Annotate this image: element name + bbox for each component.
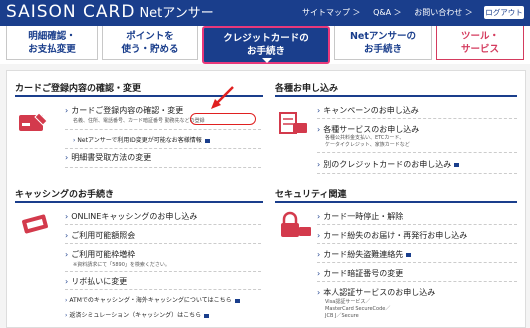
section-divider: [275, 201, 517, 203]
external-icon: [406, 252, 412, 257]
red-arrow-annotation: [211, 86, 234, 109]
section-cashing: キャッシングのお手続き: [15, 187, 263, 203]
divider: [317, 243, 517, 244]
divider: [317, 173, 517, 174]
divider: [317, 262, 517, 263]
divider: [65, 167, 261, 168]
statement-delivery-link[interactable]: 明細書受取方法の変更: [65, 152, 151, 163]
section-title: セキュリティ関連: [275, 190, 347, 200]
divider: [317, 224, 517, 225]
highlight-circle: [190, 113, 256, 125]
cash-icon: [22, 214, 48, 234]
content-panel: カードご登録内容の確認・変更 カードご登録内容の確認・変更 名義、住所、電話番号…: [6, 70, 526, 328]
section-apply: 各種お申し込み: [275, 81, 517, 97]
sitemap-link[interactable]: サイトマップ ＞: [302, 8, 361, 17]
repayment-simulation-link[interactable]: 返済シミュレーション（キャッシング）はこちら: [65, 310, 210, 319]
divider: [317, 152, 517, 153]
tab-netanswer[interactable]: Netアンサーの お手続き: [334, 26, 432, 60]
authentication-service-link[interactable]: 本人認証サービスのお申し込み: [317, 287, 435, 298]
qa-link[interactable]: Q&A ＞: [373, 8, 402, 17]
revolving-change-link[interactable]: リボ払いに変更: [65, 276, 127, 287]
divider: [65, 224, 261, 225]
id-change-info-link[interactable]: Netアンサーで利用ID変更が可能なお客様情報: [73, 135, 210, 144]
limit-increase-note: ※資料請求にて「5890」を検索ください。: [73, 262, 170, 268]
online-cashing-link[interactable]: ONLINEキャッシングのお申し込み: [65, 211, 197, 222]
divider: [65, 243, 261, 244]
external-icon: [234, 298, 240, 303]
card-lost-reissue-link[interactable]: カード紛失のお届け・再発行お申し込み: [317, 230, 467, 241]
section-security: セキュリティ関連: [275, 187, 517, 203]
card-info-change-link[interactable]: カードご登録内容の確認・変更: [65, 105, 183, 116]
limit-increase-link[interactable]: ご利用可能枠増枠: [65, 249, 135, 260]
top-links: サイトマップ ＞ Q&A ＞ お問い合わせ ＞: [302, 7, 483, 18]
saison-card-logo[interactable]: SAISON CARD Netアンサー: [6, 2, 214, 22]
other-card-apply-link[interactable]: 別のクレジットカードのお申し込み: [317, 159, 460, 170]
campaign-apply-link[interactable]: キャンペーンのお申し込み: [317, 105, 419, 116]
tab-points[interactable]: ポイントを 使う・貯める: [102, 26, 198, 60]
lock-card-icon: [281, 211, 311, 237]
divider: [317, 118, 517, 119]
services-apply-link[interactable]: 各種サービスのお申し込み: [317, 124, 419, 135]
divider: [65, 148, 261, 149]
section-title: 各種お申し込み: [275, 84, 339, 94]
atm-cashing-link[interactable]: ATMでのキャッシング・海外キャッシングについてはこちら: [65, 295, 240, 304]
card-suspend-link[interactable]: カード一時停止・解除: [317, 211, 403, 222]
card-edit-icon: [19, 112, 48, 131]
lost-stolen-contact-link[interactable]: カード紛失盗難連絡先: [317, 249, 412, 260]
section-title: キャッシングのお手続き: [15, 190, 115, 200]
divider: [65, 289, 261, 290]
document-pen-icon: [279, 112, 307, 134]
divider: [65, 129, 261, 130]
tab-tools[interactable]: ツール・ サービス: [436, 26, 524, 60]
external-icon: [204, 138, 210, 143]
contact-link[interactable]: お問い合わせ ＞: [414, 8, 473, 17]
active-tab-pointer: [262, 58, 272, 63]
logout-button[interactable]: ログアウト: [484, 6, 524, 19]
services-note: 各種公共料金支払い、ETCカード、 ケータイクレジット、家族カードなど: [325, 135, 410, 148]
card-info-note: 名義、住所、電話番号、カード暗証番号 勤務先などの登録: [73, 118, 205, 124]
external-icon: [454, 162, 460, 167]
tab-statement[interactable]: 明細確認・ お支払変更: [6, 26, 98, 60]
authentication-note: Visa認証サービス／ MasterCard SecureCode／ JCB J…: [325, 299, 391, 319]
available-amount-link[interactable]: ご利用可能額照会: [65, 230, 135, 241]
section-divider: [15, 201, 263, 203]
pin-change-link[interactable]: カード暗証番号の変更: [317, 268, 403, 279]
divider: [317, 281, 517, 282]
divider: [65, 271, 261, 272]
external-icon: [204, 313, 210, 318]
header: SAISON CARD Netアンサー サイトマップ ＞ Q&A ＞ お問い合わせ…: [0, 0, 530, 26]
section-divider: [275, 95, 517, 97]
